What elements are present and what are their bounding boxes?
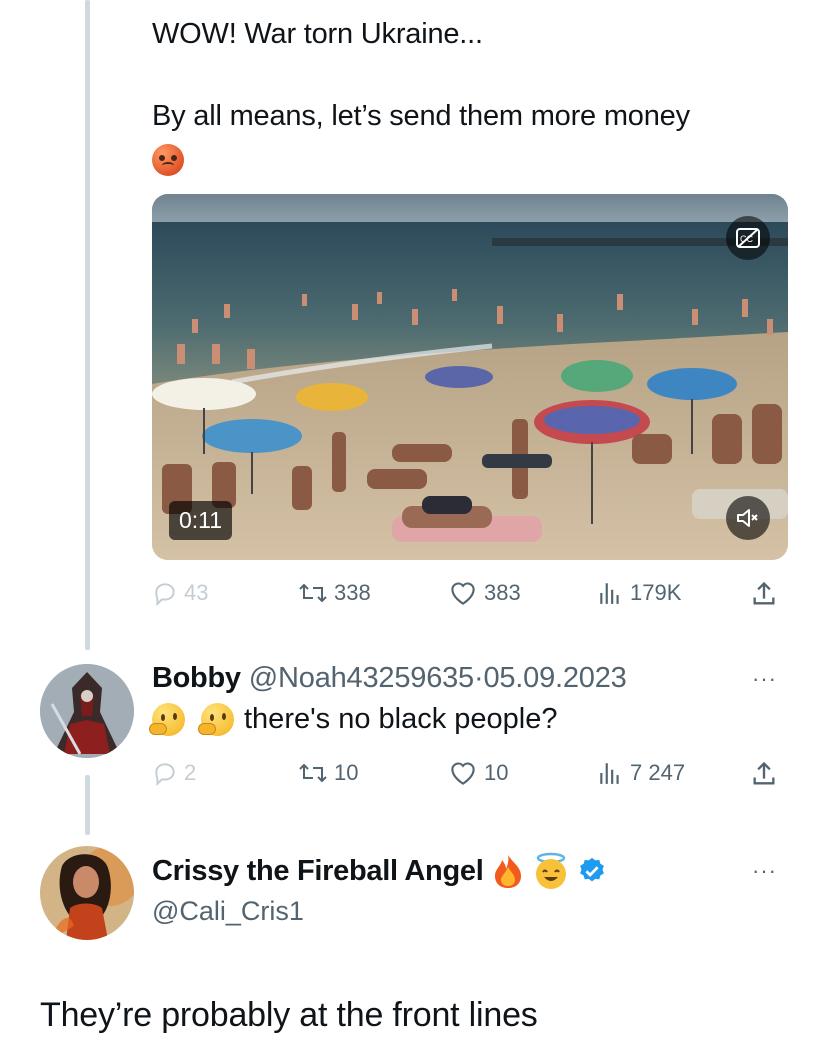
like-count: 10	[484, 760, 509, 785]
repost-action[interactable]: 10	[298, 760, 358, 786]
closed-captions-icon[interactable]: CC	[726, 216, 770, 260]
reply-text: there's no black people?	[149, 703, 558, 736]
reply-action[interactable]: 2	[152, 760, 196, 786]
views-count: 179K	[630, 580, 682, 605]
verified-badge-icon	[580, 857, 605, 882]
video-player[interactable]: 0:11 CC	[152, 194, 788, 560]
thread-line	[85, 0, 90, 650]
views-icon	[600, 583, 619, 604]
reply-action[interactable]: 43	[152, 580, 208, 606]
like-action[interactable]: 383	[448, 580, 521, 606]
share-action[interactable]	[750, 580, 778, 608]
avatar[interactable]	[40, 846, 134, 940]
author-handle[interactable]: @Cali_Cris1	[152, 896, 304, 927]
repost-count: 338	[334, 580, 371, 605]
share-icon	[753, 761, 775, 785]
video-duration: 0:11	[169, 501, 233, 540]
more-options-icon[interactable]: ···	[752, 858, 777, 884]
like-action[interactable]: 10	[448, 760, 508, 786]
fire-emoji	[495, 855, 522, 888]
more-options-icon[interactable]: ···	[752, 666, 777, 692]
author-name[interactable]: Bobby	[152, 662, 241, 694]
share-icon	[753, 581, 775, 605]
tweet-actions-bar: 43 338 383 179K	[0, 580, 828, 616]
crissy-avatar-image	[40, 846, 134, 940]
reply-icon	[155, 763, 175, 786]
reply-header: Bobby @Noah43259635·05.09.2023	[152, 662, 627, 695]
thinking-face-emoji	[198, 703, 234, 736]
author-handle[interactable]: @Noah43259635	[249, 662, 474, 694]
views-icon	[600, 763, 619, 784]
reply-count: 43	[184, 580, 209, 605]
tweet-line-1: WOW! War torn Ukraine...	[152, 18, 483, 50]
like-count: 383	[484, 580, 521, 605]
tweet-line-2: By all means, let’s send them more money	[152, 100, 690, 132]
repost-icon	[299, 583, 327, 603]
reply-icon	[155, 583, 175, 606]
repost-action[interactable]: 338	[298, 580, 371, 606]
heart-icon	[451, 582, 475, 605]
views-count: 7 247	[630, 760, 686, 785]
repost-count: 10	[334, 760, 359, 785]
post-date[interactable]: 05.09.2023	[483, 662, 626, 694]
share-action[interactable]	[750, 760, 778, 788]
reply-count: 2	[184, 760, 197, 785]
avatar[interactable]	[40, 664, 134, 758]
tweet-text: WOW! War torn Ukraine... By all means, l…	[152, 14, 690, 180]
thinking-face-emoji	[149, 703, 185, 736]
bobby-avatar-image	[40, 664, 134, 758]
reply-actions-bar: 2 10 10 7 247	[0, 760, 828, 794]
author-name-row: Crissy the Fireball Angel	[152, 852, 607, 890]
speaker-muted-icon[interactable]	[726, 496, 770, 540]
author-name[interactable]: Crissy the Fireball Angel	[152, 855, 484, 888]
angry-face-emoji	[152, 144, 184, 177]
beach-video-frame	[152, 194, 788, 560]
views-action[interactable]: 7 247	[596, 760, 685, 786]
repost-icon	[299, 763, 327, 783]
reply-body: They’re probably at the front lines	[40, 996, 538, 1034]
views-action[interactable]: 179K	[596, 580, 681, 606]
smiling-face-with-halo-emoji	[536, 852, 567, 889]
reply-body: there's no black people?	[244, 703, 558, 735]
heart-icon	[451, 762, 475, 785]
